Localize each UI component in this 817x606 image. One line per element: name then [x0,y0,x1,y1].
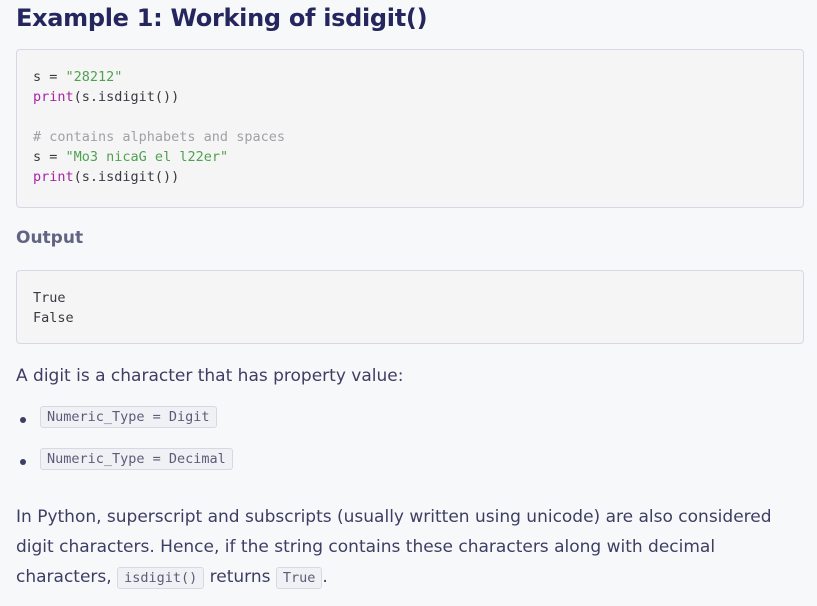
code-block: s = "28212" print(s.isdigit()) # contain… [16,49,804,208]
bullet-icon [20,417,26,423]
superscript-paragraph: In Python, superscript and subscripts (u… [16,507,772,589]
inline-code-isdigit: isdigit() [117,567,205,589]
bullet-icon [20,459,26,465]
code-comment: # contains alphabets and spaces [33,129,285,145]
output-text: True False [33,290,74,326]
digit-definition-paragraph: A digit is a character that has property… [16,366,404,386]
inline-code: Numeric_Type = Digit [40,406,217,428]
inline-code: Numeric_Type = Decimal [40,448,233,470]
output-block: True False [16,270,804,344]
example-heading: Example 1: Working of isdigit() [16,4,428,32]
output-heading: Output [16,228,84,248]
code-text: s = "28212" print(s.isdigit()) # contain… [33,69,285,185]
article-page: Example 1: Working of isdigit() s = "282… [0,0,817,606]
list-item: Numeric_Type = Decimal [20,448,233,490]
list-item: Numeric_Type = Digit [20,406,233,448]
inline-code-true: True [275,567,323,589]
property-value-list: Numeric_Type = Digit Numeric_Type = Deci… [20,406,233,490]
